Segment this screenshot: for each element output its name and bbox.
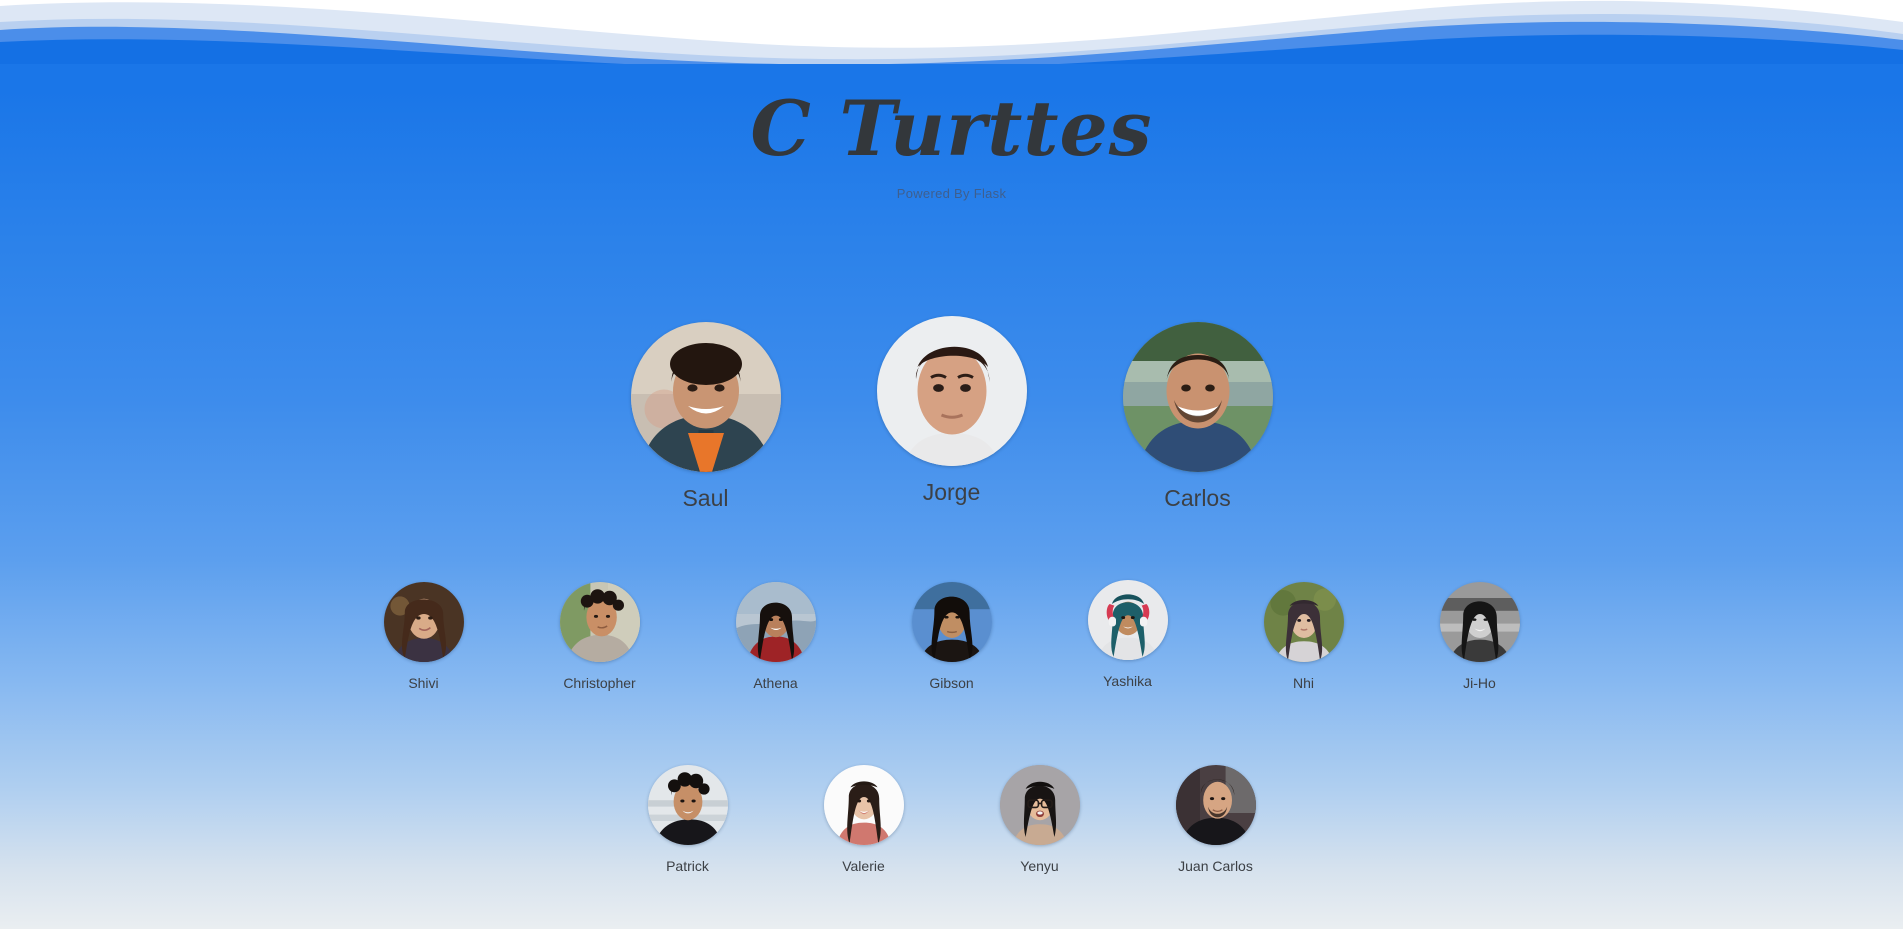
member-name: Yashika [1103, 673, 1152, 689]
member-name: Valerie [842, 858, 885, 874]
member-card[interactable]: Valerie [776, 765, 952, 875]
avatar-patrick[interactable] [647, 765, 728, 845]
member-name: Yenyu [1020, 858, 1059, 874]
member-name: Christopher [563, 675, 636, 691]
member-card[interactable]: Christopher [512, 582, 688, 692]
avatar-juancarlos[interactable] [1175, 765, 1256, 845]
member-card[interactable]: Gibson [864, 582, 1040, 692]
member-name: Patrick [666, 858, 709, 874]
member-card[interactable]: Yenyu [952, 765, 1128, 875]
member-name: Jorge [922, 479, 981, 505]
member-card[interactable]: Saul [583, 322, 829, 512]
avatar-jorge[interactable] [876, 316, 1027, 466]
wave-icon [0, 0, 1903, 64]
title-block: C Turttes Powered By Flask [0, 86, 1903, 202]
avatar-carlos[interactable] [1122, 322, 1273, 472]
member-name: Gibson [929, 675, 974, 691]
member-card[interactable]: Yashika [1040, 580, 1216, 690]
member-row-team: Shivi Christopher Athena Gibson Yashika … [0, 580, 1903, 692]
member-card[interactable]: Carlos [1075, 322, 1321, 512]
member-name: Nhi [1292, 675, 1314, 691]
member-row-leads: Saul Jorge Carlos [0, 316, 1903, 512]
member-name: Shivi [408, 675, 439, 691]
member-card[interactable]: Patrick [600, 765, 776, 875]
member-card[interactable]: Jorge [829, 316, 1075, 506]
member-card[interactable]: Juan Carlos [1128, 765, 1304, 875]
member-card[interactable]: Ji-Ho [1392, 582, 1568, 692]
member-name: Ji-Ho [1463, 675, 1496, 691]
avatar-gibson[interactable] [911, 582, 992, 662]
member-name: Saul [682, 485, 729, 511]
page-root: C Turttes Powered By Flask Saul Jorge Ca… [0, 0, 1903, 929]
member-name: Juan Carlos [1178, 858, 1253, 874]
avatar-valerie[interactable] [823, 765, 904, 845]
member-name: Carlos [1164, 485, 1231, 511]
member-name: Athena [753, 675, 798, 691]
avatar-jiho[interactable] [1439, 582, 1520, 662]
member-card[interactable]: Athena [688, 582, 864, 692]
page-title: C Turttes [750, 84, 1153, 173]
avatar-athena[interactable] [735, 582, 816, 662]
avatar-yenyu[interactable] [999, 765, 1080, 845]
avatar-shivi[interactable] [383, 582, 464, 662]
member-row-team-two: Patrick Valerie Yenyu Juan Carlos [0, 765, 1903, 875]
avatar-nhi[interactable] [1263, 582, 1344, 662]
avatar-saul[interactable] [630, 322, 781, 472]
avatar-yashika[interactable] [1087, 580, 1168, 660]
member-card[interactable]: Nhi [1216, 582, 1392, 692]
member-card[interactable]: Shivi [336, 582, 512, 692]
avatar-christopher[interactable] [559, 582, 640, 662]
powered-by-label: Powered By Flask [896, 186, 1007, 201]
wave-decoration [0, 0, 1903, 64]
